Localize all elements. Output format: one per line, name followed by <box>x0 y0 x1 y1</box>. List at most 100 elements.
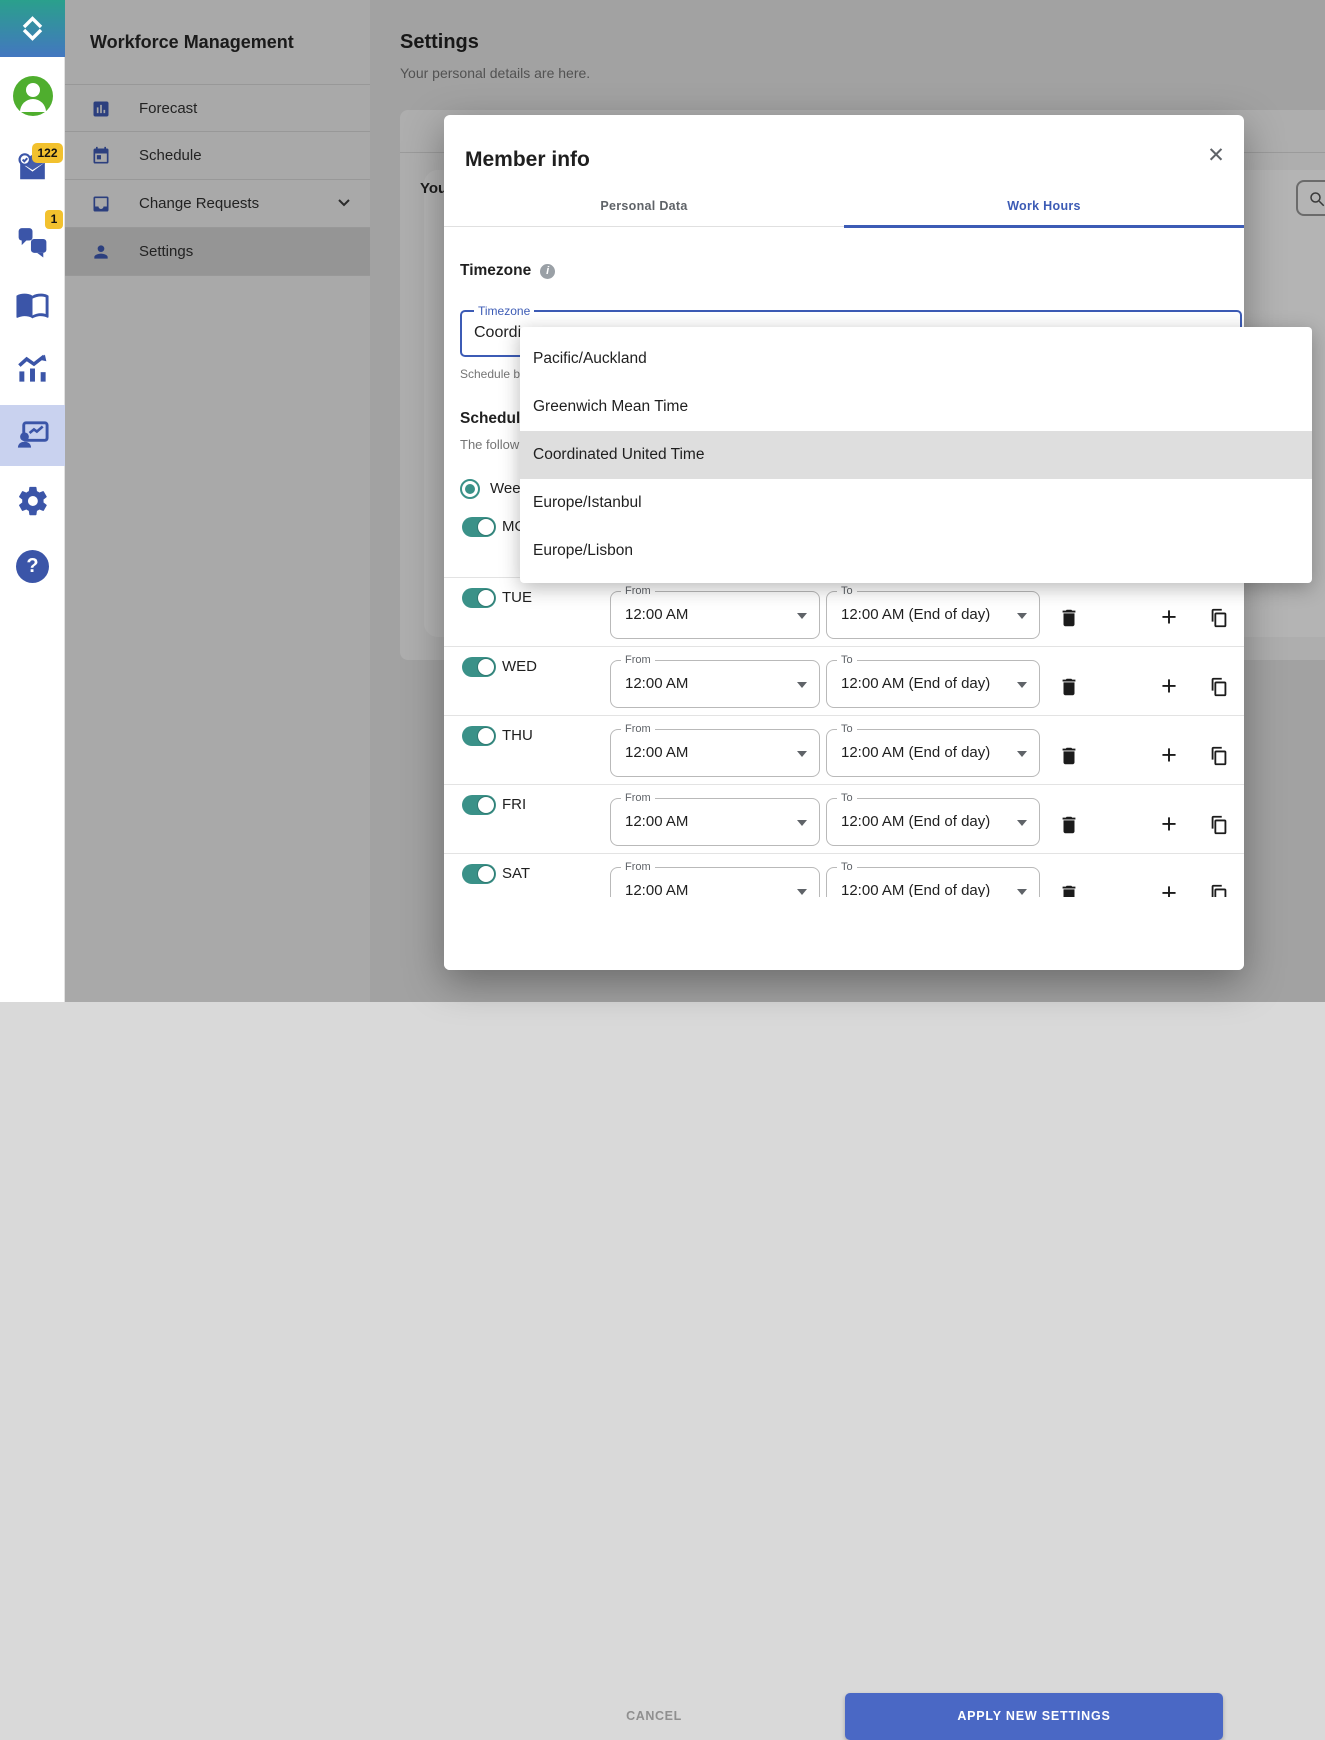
timezone-helper-text: Schedule b <box>460 367 520 381</box>
gear-icon[interactable] <box>16 484 50 518</box>
toggle-knob <box>477 518 495 536</box>
dropdown-arrow-icon <box>1017 682 1027 688</box>
dropdown-option-highlighted[interactable]: Coordinated United Time <box>520 431 1312 479</box>
icon-rail: 122 1 ? <box>0 0 65 1002</box>
toggle-knob <box>477 727 495 745</box>
from-select[interactable]: From12:00 AM <box>610 798 820 846</box>
day-row-thu: THU From12:00 AM To12:00 AM (End of day)… <box>444 715 1244 784</box>
to-select-label: To <box>837 654 857 666</box>
app-logo <box>0 0 65 57</box>
day-row-tue: TUE From12:00 AM To12:00 AM (End of day)… <box>444 577 1244 646</box>
book-icon[interactable] <box>15 287 50 322</box>
day-label: WED <box>502 658 537 675</box>
delete-icon[interactable] <box>1058 676 1080 698</box>
logo-diamond-icon <box>16 12 49 45</box>
add-interval-icon[interactable]: + <box>1158 745 1180 767</box>
from-select-value: 12:00 AM <box>625 813 688 830</box>
tab-work-hours[interactable]: Work Hours <box>844 185 1244 227</box>
timezone-input-label: Timezone <box>474 304 534 318</box>
from-select-label: From <box>621 585 655 597</box>
toggle-knob <box>477 865 495 883</box>
help-icon[interactable]: ? <box>16 550 49 583</box>
dropdown-option[interactable]: Greenwich Mean Time <box>520 383 1312 431</box>
timezone-input-value: Coordi <box>474 324 521 342</box>
day-label: SAT <box>502 865 530 882</box>
timezone-heading-text: Timezone <box>460 262 531 280</box>
day-label: THU <box>502 727 533 744</box>
toggle-knob <box>477 589 495 607</box>
close-icon[interactable]: ✕ <box>1202 142 1230 170</box>
scheduling-heading: Scheduli <box>460 410 525 428</box>
to-select[interactable]: To12:00 AM (End of day) <box>826 660 1040 708</box>
cancel-button[interactable]: CANCEL <box>594 1693 714 1740</box>
copy-icon[interactable] <box>1208 814 1230 836</box>
mon-toggle[interactable] <box>462 517 496 537</box>
profile-avatar-button[interactable] <box>13 76 53 116</box>
radio-dot <box>465 484 475 494</box>
delete-icon[interactable] <box>1058 607 1080 629</box>
dropdown-arrow-icon <box>797 613 807 619</box>
copy-icon[interactable] <box>1208 745 1230 767</box>
dropdown-arrow-icon <box>797 889 807 895</box>
day-label: TUE <box>502 589 532 606</box>
delete-icon[interactable] <box>1058 745 1080 767</box>
to-select-value: 12:00 AM (End of day) <box>841 675 990 692</box>
sat-toggle[interactable] <box>462 864 496 884</box>
avatar-body <box>20 99 46 112</box>
dropdown-arrow-icon <box>1017 613 1027 619</box>
tab-personal-data[interactable]: Personal Data <box>444 185 844 227</box>
dialog-tabs: Personal Data Work Hours <box>444 185 1244 227</box>
to-select-label: To <box>837 792 857 804</box>
inbox-count-badge: 122 <box>32 143 63 163</box>
from-select[interactable]: From12:00 AM <box>610 729 820 777</box>
from-select-label: From <box>621 654 655 666</box>
to-select-value: 12:00 AM (End of day) <box>841 606 990 623</box>
day-label: FRI <box>502 796 526 813</box>
from-select[interactable]: From12:00 AM <box>610 660 820 708</box>
dropdown-option[interactable]: Europe/Lisbon <box>520 527 1312 575</box>
copy-icon[interactable] <box>1208 676 1230 698</box>
chat-count-badge: 1 <box>45 210 63 229</box>
from-select[interactable]: From12:00 AM <box>610 591 820 639</box>
weekly-radio-label: Wee <box>490 480 521 497</box>
dropdown-arrow-icon <box>1017 889 1027 895</box>
fri-toggle[interactable] <box>462 795 496 815</box>
from-select-label: From <box>621 861 655 873</box>
from-select-label: From <box>621 723 655 735</box>
thu-toggle[interactable] <box>462 726 496 746</box>
dropdown-option[interactable]: Pacific/Auckland <box>520 335 1312 383</box>
wed-toggle[interactable] <box>462 657 496 677</box>
avatar-head <box>26 83 40 97</box>
analytics-trend-icon[interactable] <box>15 351 50 386</box>
delete-icon[interactable] <box>1058 814 1080 836</box>
add-interval-icon[interactable]: + <box>1158 607 1180 629</box>
from-select-value: 12:00 AM <box>625 606 688 623</box>
add-interval-icon[interactable]: + <box>1158 676 1180 698</box>
timezone-section-heading: Timezone i <box>460 262 555 280</box>
dialog-title: Member info <box>465 148 590 172</box>
dialog-footer: CANCEL APPLY NEW SETTINGS <box>444 897 1244 970</box>
dropdown-arrow-icon <box>1017 751 1027 757</box>
to-select[interactable]: To12:00 AM (End of day) <box>826 729 1040 777</box>
toggle-knob <box>477 796 495 814</box>
dropdown-option[interactable]: Europe/Istanbul <box>520 479 1312 527</box>
copy-icon[interactable] <box>1208 607 1230 629</box>
apply-new-settings-button[interactable]: APPLY NEW SETTINGS <box>845 1693 1223 1740</box>
scheduling-description: The follow <box>460 437 519 452</box>
info-icon[interactable]: i <box>540 264 555 279</box>
coaching-board-icon[interactable] <box>15 417 50 452</box>
dropdown-arrow-icon <box>797 751 807 757</box>
dropdown-arrow-icon <box>797 820 807 826</box>
to-select[interactable]: To12:00 AM (End of day) <box>826 798 1040 846</box>
active-tab-underline <box>844 225 1244 228</box>
from-select-value: 12:00 AM <box>625 675 688 692</box>
weekly-radio[interactable] <box>460 479 480 499</box>
from-select-label: From <box>621 792 655 804</box>
to-select-value: 12:00 AM (End of day) <box>841 813 990 830</box>
day-row-wed: WED From12:00 AM To12:00 AM (End of day)… <box>444 646 1244 715</box>
toggle-knob <box>477 658 495 676</box>
to-select-label: To <box>837 861 857 873</box>
tue-toggle[interactable] <box>462 588 496 608</box>
to-select[interactable]: To12:00 AM (End of day) <box>826 591 1040 639</box>
add-interval-icon[interactable]: + <box>1158 814 1180 836</box>
